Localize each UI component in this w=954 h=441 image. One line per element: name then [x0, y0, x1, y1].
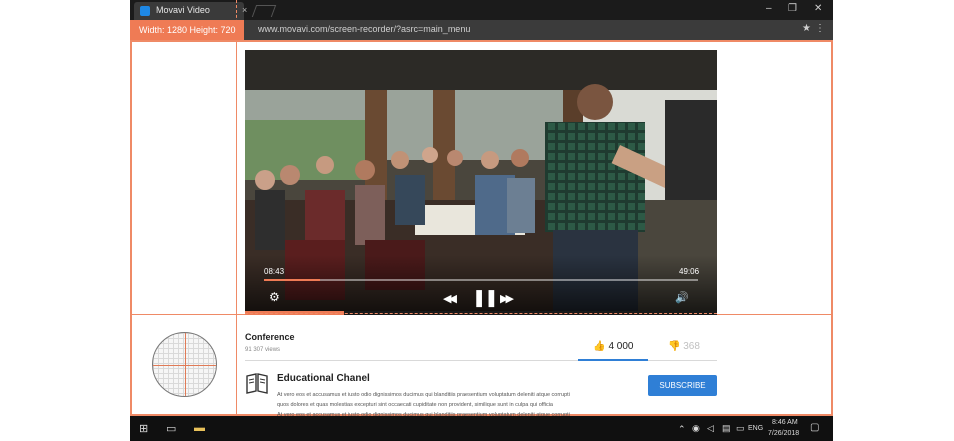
- tray-chevron-icon[interactable]: ⌃: [678, 424, 686, 435]
- screen: Movavi Video × – ❐ ✕ www.movavi.com/scre…: [0, 0, 954, 441]
- channel-name: Educational Chanel: [277, 373, 370, 384]
- clock-date[interactable]: 7/26/2018: [768, 430, 799, 437]
- description-line: At vero eos et accusamus et iusto odio d…: [277, 392, 570, 398]
- browser-tab[interactable]: Movavi Video ×: [134, 2, 247, 20]
- network-icon[interactable]: ▤: [722, 423, 731, 434]
- capture-guide-dashed-horizontal: [245, 313, 717, 314]
- subscribe-button[interactable]: SUBSCRIBE: [648, 375, 717, 396]
- file-explorer-icon[interactable]: ▬: [194, 422, 205, 434]
- video-title: Conference: [245, 332, 295, 342]
- tab-title: Movavi Video: [156, 5, 210, 15]
- language-indicator[interactable]: ENG: [748, 425, 763, 432]
- taskbar: ⊞ ▭ ▬ ⌃ ◉ ◁ ▤ ▭ ENG 8:46 AM 7/26/2018 ▢: [130, 416, 833, 441]
- seek-bar-fill: [264, 279, 321, 281]
- maximize-icon[interactable]: ❐: [788, 3, 797, 14]
- task-view-icon[interactable]: ▭: [166, 422, 176, 435]
- notifications-icon[interactable]: ▢: [810, 422, 819, 433]
- capture-dimensions-badge: Width: 1280 Height: 720: [130, 20, 244, 40]
- thumbs-down-icon: 👎: [668, 341, 681, 352]
- url-text[interactable]: www.movavi.com/screen-recorder/?asrc=mai…: [258, 24, 470, 34]
- dislike-button[interactable]: 👎 368: [668, 341, 700, 352]
- current-time: 08:43: [264, 267, 285, 276]
- fast-forward-icon[interactable]: ▶▶: [500, 292, 514, 305]
- battery-icon[interactable]: ▭: [736, 423, 745, 434]
- total-time: 49:06: [679, 267, 700, 276]
- like-ratio-bar: [578, 359, 648, 361]
- magnifier-loupe: [152, 332, 217, 397]
- capture-guide-dashed-vertical: [236, 0, 237, 441]
- settings-gear-icon[interactable]: ⚙: [269, 290, 280, 304]
- tab-close-icon[interactable]: ×: [242, 5, 247, 15]
- browser-menu-icon[interactable]: ⋮: [815, 23, 825, 34]
- like-count: 4 000: [608, 341, 634, 352]
- volume-icon[interactable]: 🔊: [675, 291, 689, 304]
- movavi-favicon-icon: [140, 6, 150, 16]
- view-count: 91 307 views: [245, 347, 281, 353]
- video-player[interactable]: 08:43 49:06 ⚙ ◀◀ ❚❚ ▶▶ 🔊: [245, 50, 717, 315]
- clock-time[interactable]: 8:46 AM: [772, 419, 798, 426]
- description-line: quos dolores et quas molestias excepturi…: [277, 402, 553, 408]
- dislike-count: 368: [683, 341, 700, 352]
- book-icon: [246, 373, 268, 394]
- seek-bar[interactable]: [264, 279, 698, 281]
- tray-app-icon[interactable]: ◉: [692, 423, 700, 434]
- windows-start-icon[interactable]: ⊞: [139, 422, 148, 435]
- thumbs-up-icon: 👍: [593, 341, 606, 352]
- minimize-icon[interactable]: –: [766, 3, 772, 14]
- new-tab-button[interactable]: [251, 5, 277, 17]
- magnifier-crosshair-vertical: [185, 333, 186, 396]
- pause-icon[interactable]: ❚❚: [472, 288, 498, 308]
- bookmark-star-icon[interactable]: ★: [802, 23, 811, 34]
- speaker-icon[interactable]: ◁: [707, 423, 714, 434]
- rewind-icon[interactable]: ◀◀: [443, 292, 457, 305]
- close-window-icon[interactable]: ✕: [814, 3, 822, 14]
- like-button[interactable]: 👍 4 000: [593, 341, 633, 352]
